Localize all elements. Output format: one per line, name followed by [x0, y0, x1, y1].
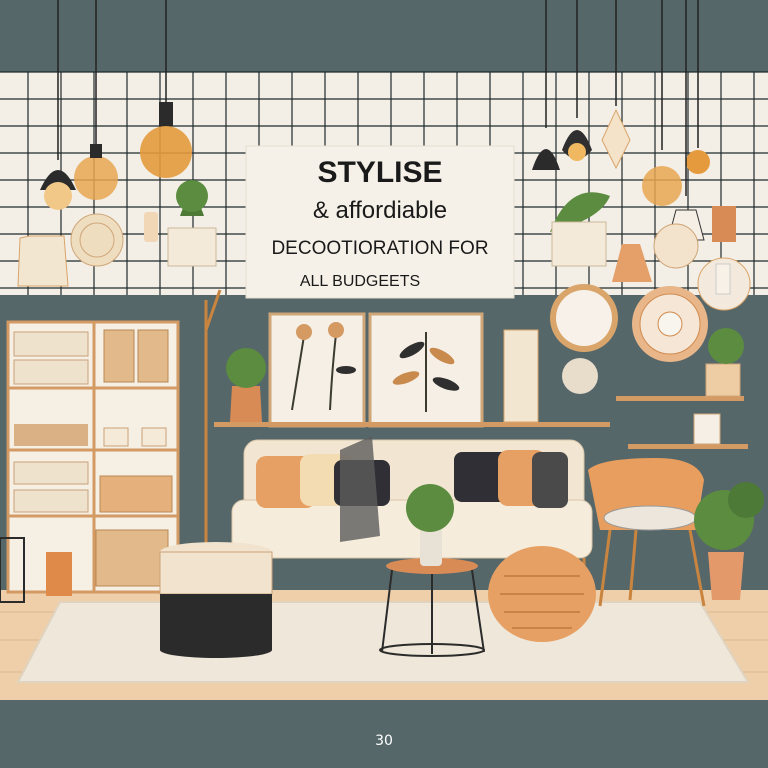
sign-line-3: DECOOTIORATION FOR — [271, 238, 488, 259]
page-number: 30 — [375, 733, 393, 749]
headline-sign: STYLISE & affordiable DECOOTIORATION FOR… — [245, 145, 515, 299]
storage-shelf-unit — [6, 320, 180, 596]
sign-line-4: ALL BUDGEETS — [300, 273, 420, 290]
scene-illustration: STYLISE & affordiable DECOOTIORATION FOR… — [0, 0, 768, 768]
interior-scene: STYLISE & affordiable DECOOTIORATION FOR… — [0, 0, 768, 768]
sign-line-2: & affordiable — [313, 197, 447, 224]
sign-line-1: STYLISE — [317, 156, 442, 189]
woven-pouf — [488, 546, 596, 642]
woven-side-table — [159, 542, 273, 658]
framed-botanical-art — [268, 312, 484, 428]
